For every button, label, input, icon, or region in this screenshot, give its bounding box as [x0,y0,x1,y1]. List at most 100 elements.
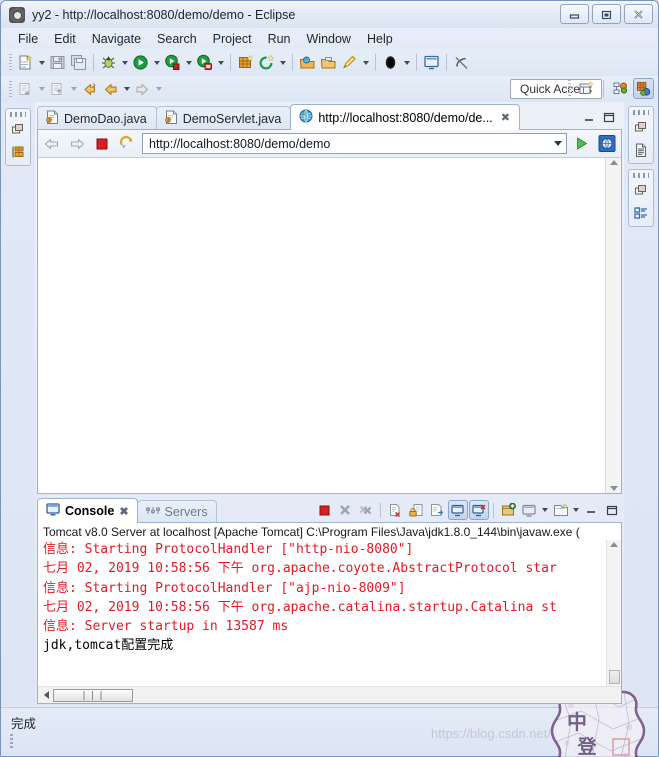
task-list-icon[interactable] [632,204,650,222]
chevron-down-icon[interactable] [554,141,562,146]
scroll-up-arrow-icon[interactable] [609,160,618,165]
stop-icon[interactable] [92,134,112,154]
new-wizard-icon[interactable] [15,52,36,73]
run-server-dropdown-icon[interactable] [183,52,194,73]
menu-run[interactable]: Run [260,30,299,48]
terminate-icon[interactable] [314,500,334,520]
last-edit-location-icon[interactable] [79,79,100,100]
forward-icon[interactable] [132,79,153,100]
new-class-icon[interactable] [256,52,277,73]
refresh-icon[interactable] [117,134,137,154]
address-bar[interactable]: http://localhost:8080/demo/demo [142,133,567,154]
previous-annotation-dropdown-icon[interactable] [68,79,79,100]
editor-tab-browser[interactable]: http://localhost:8080/demo/de... ✖ [290,104,520,130]
save-icon[interactable] [47,52,68,73]
close-icon[interactable]: ✖ [119,505,128,518]
remove-all-launches-icon[interactable] [356,500,376,520]
run-server-icon[interactable] [162,52,183,73]
toolbar-grip[interactable] [9,80,12,98]
scroll-left-arrow-icon[interactable] [44,691,49,699]
skip-breakpoints-icon[interactable] [451,52,472,73]
scroll-lock-icon[interactable] [406,500,426,520]
scroll-up-arrow-icon[interactable] [610,542,618,547]
open-console-icon[interactable] [469,500,489,520]
menu-edit[interactable]: Edit [46,30,84,48]
close-button[interactable] [624,4,653,24]
rail-drag-dots-icon[interactable] [633,110,649,115]
rail-drag-dots-icon[interactable] [10,112,26,117]
restore-view-icon[interactable] [632,182,650,200]
search-icon[interactable] [339,52,360,73]
minimize-view-button[interactable] [583,112,595,126]
maximize-button[interactable] [592,4,621,24]
run-dropdown-icon[interactable] [151,52,162,73]
scroll-thumb[interactable]: ❘❘❘ [53,688,133,702]
clear-console-icon[interactable] [385,500,405,520]
display-selected-console-icon[interactable] [448,500,468,520]
run-icon[interactable] [130,52,151,73]
outline-view-icon[interactable] [632,141,650,159]
browser-page-content[interactable] [38,158,605,493]
go-play-icon[interactable] [572,134,592,154]
scroll-down-arrow-icon[interactable] [609,486,618,491]
forward-dropdown-icon[interactable] [153,79,164,100]
view-tab-servers[interactable]: Servers [136,500,217,523]
profile-icon[interactable] [380,52,401,73]
minimize-button[interactable] [560,4,589,24]
console-horizontal-scrollbar[interactable]: ❘❘❘ [38,686,621,703]
next-annotation-dropdown-icon[interactable] [36,79,47,100]
console-log[interactable]: 信息: Starting ProtocolHandler ["http-nio-… [38,540,606,686]
new-console-view-dropdown-icon[interactable] [571,500,580,520]
java-perspective-icon[interactable] [633,78,654,99]
close-icon[interactable]: ✖ [501,111,510,124]
rail-drag-dots-icon[interactable] [633,173,649,178]
search-dropdown-icon[interactable] [360,52,371,73]
new-class-dropdown-icon[interactable] [277,52,288,73]
browser-vertical-scrollbar[interactable] [605,158,621,493]
menu-file[interactable]: File [10,30,46,48]
open-type-icon[interactable] [297,52,318,73]
project-explorer-icon[interactable] [9,143,27,161]
restore-view-icon[interactable] [9,121,27,139]
profile-dropdown-icon[interactable] [401,52,412,73]
forward-arrow-icon[interactable] [67,134,87,154]
next-annotation-icon[interactable] [15,79,36,100]
status-bar-grip[interactable] [10,734,13,748]
console-vertical-scrollbar[interactable] [606,540,621,686]
save-all-icon[interactable] [68,52,89,73]
console-view-menu-icon[interactable] [519,500,539,520]
menu-help[interactable]: Help [359,30,401,48]
toolbar-grip[interactable] [9,54,12,71]
open-external-browser-icon[interactable] [597,134,617,154]
menu-search[interactable]: Search [149,30,205,48]
back-icon[interactable] [100,79,121,100]
new-console-view-icon[interactable] [550,500,570,520]
perspective-grip[interactable] [568,80,571,97]
menu-navigate[interactable]: Navigate [84,30,149,48]
open-perspective-icon[interactable] [576,78,597,99]
pin-console-icon[interactable] [427,500,447,520]
run-external-icon[interactable] [194,52,215,73]
minimize-view-button[interactable] [581,500,601,520]
menu-window[interactable]: Window [299,30,359,48]
remove-launch-icon[interactable] [335,500,355,520]
debug-dropdown-icon[interactable] [119,52,130,73]
editor-tab-demoservlet[interactable]: J DemoServlet.java [155,106,292,130]
restore-view-icon[interactable] [632,119,650,137]
word-wrap-icon[interactable] [498,500,518,520]
run-external-dropdown-icon[interactable] [215,52,226,73]
back-arrow-icon[interactable] [42,134,62,154]
back-dropdown-icon[interactable] [121,79,132,100]
maximize-view-button[interactable] [603,112,615,126]
debug-icon[interactable] [98,52,119,73]
editor-tab-demodao[interactable]: J DemoDao.java [37,106,157,130]
console-view-menu-dropdown-icon[interactable] [540,500,549,520]
menu-project[interactable]: Project [205,30,260,48]
java-ee-perspective-icon[interactable] [610,78,631,99]
scroll-thumb[interactable] [608,670,620,684]
open-task-icon[interactable] [318,52,339,73]
new-java-project-icon[interactable] [235,52,256,73]
previous-annotation-icon[interactable] [47,79,68,100]
new-wizard-dropdown-icon[interactable] [36,52,47,73]
view-tab-console[interactable]: Console ✖ [37,498,138,523]
